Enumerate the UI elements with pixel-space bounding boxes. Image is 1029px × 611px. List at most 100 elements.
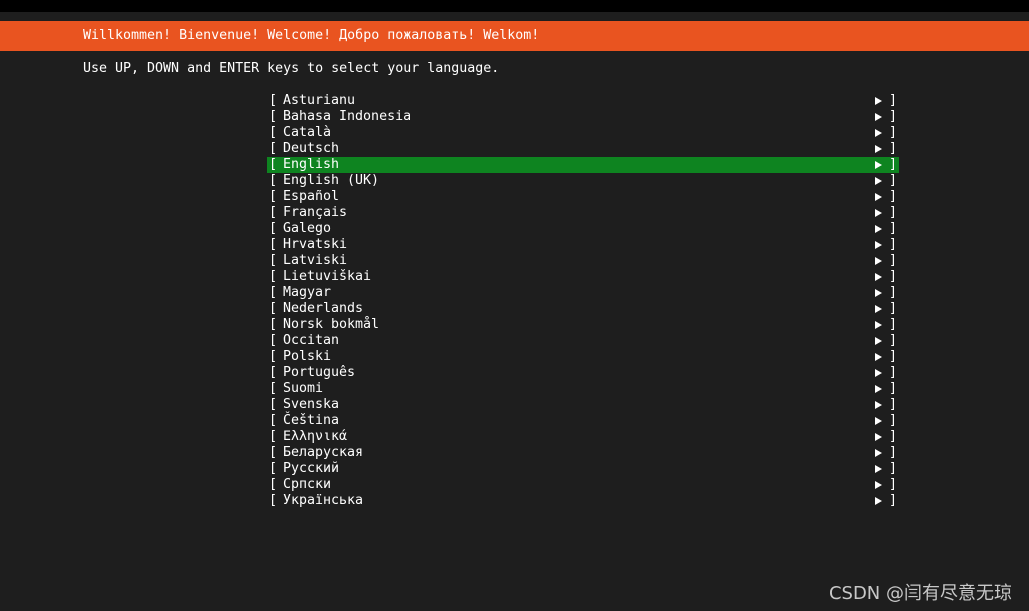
open-bracket: [ [269,397,278,412]
open-bracket: [ [269,413,278,428]
open-bracket: [ [269,125,278,140]
right-triangle-icon [875,337,882,345]
language-option[interactable]: [Português] [267,365,899,381]
close-bracket: ] [889,429,898,444]
language-option[interactable]: [Suomi] [267,381,899,397]
close-bracket: ] [889,461,898,476]
language-label: Čeština [283,413,340,428]
close-bracket: ] [889,317,898,332]
language-list: [Asturianu] [Bahasa Indonesia] [Català] [De… [267,93,899,509]
language-option[interactable]: [ Lietuviškai] [267,269,899,285]
close-bracket: ] [889,333,898,348]
language-label: Lietuviškai [283,269,372,284]
language-label: English (UK) [283,173,380,188]
right-triangle-icon [875,449,882,457]
language-option[interactable]: [ Occitan] [267,333,899,349]
language-option[interactable]: [Українська] [267,493,899,509]
open-bracket: [ [269,461,278,476]
language-label: Nederlands [283,301,364,316]
open-bracket: [ [269,253,278,268]
open-bracket: [ [269,429,278,444]
language-label: Asturianu [283,93,356,108]
right-triangle-icon [875,417,882,425]
close-bracket: ] [889,205,898,220]
language-label: Bahasa Indonesia [283,109,412,124]
open-bracket: [ [269,109,278,124]
open-bracket: [ [269,269,278,284]
language-label: Norsk bokmål [283,317,380,332]
language-option[interactable]: [ Čeština] [267,413,899,429]
close-bracket: ] [889,397,898,412]
close-bracket: ] [889,285,898,300]
close-bracket: ] [889,189,898,204]
language-label: Suomi [283,381,324,396]
language-option[interactable]: [Asturianu] [267,93,899,109]
language-option[interactable]: [Deutsch] [267,141,899,157]
open-bracket: [ [269,141,278,156]
close-bracket: ] [889,413,898,428]
language-label: Русский [283,461,340,476]
close-bracket: ] [889,93,898,108]
welcome-title: Willkommen! Bienvenue! Welcome! Добро по… [83,28,540,43]
right-triangle-icon [875,177,882,185]
language-label: Latviski [283,253,348,268]
close-bracket: ] [889,381,898,396]
close-bracket: ] [889,157,898,172]
right-triangle-icon [875,161,882,169]
open-bracket: [ [269,333,278,348]
open-bracket: [ [269,317,278,332]
open-bracket: [ [269,285,278,300]
close-bracket: ] [889,349,898,364]
close-bracket: ] [889,269,898,284]
language-option[interactable]: [Hrvatski] [267,237,899,253]
close-bracket: ] [889,125,898,140]
right-triangle-icon [875,145,882,153]
open-bracket: [ [269,173,278,188]
right-triangle-icon [875,241,882,249]
close-bracket: ] [889,445,898,460]
right-triangle-icon [875,209,882,217]
close-bracket: ] [889,253,898,268]
close-bracket: ] [889,173,898,188]
language-label: Српски [283,477,332,492]
open-bracket: [ [269,237,278,252]
open-bracket: [ [269,157,278,172]
language-label: Беларуская [283,445,364,460]
open-bracket: [ [269,189,278,204]
language-label: Magyar [283,285,332,300]
language-option[interactable]: [ Magyar] [267,285,899,301]
language-option[interactable]: [Español] [267,189,899,205]
language-option[interactable]: [Français] [267,205,899,221]
language-option[interactable]: [Svenska] [267,397,899,413]
language-label: Polski [283,349,332,364]
right-triangle-icon [875,353,882,361]
close-bracket: ] [889,493,898,508]
language-option[interactable]: [Polski] [267,349,899,365]
language-option[interactable]: [Galego] [267,221,899,237]
language-option[interactable]: [ Русский] [267,461,899,477]
right-triangle-icon [875,497,882,505]
open-bracket: [ [269,493,278,508]
language-option[interactable]: [Беларуская] [267,445,899,461]
language-option[interactable]: [Nederlands] [267,301,899,317]
right-triangle-icon [875,257,882,265]
close-bracket: ] [889,365,898,380]
language-option[interactable]: [Српски] [267,477,899,493]
language-option[interactable]: [ English (UK)] [267,173,899,189]
language-option[interactable]: [English] [267,157,899,173]
language-option[interactable]: [Ελληνικά] [267,429,899,445]
language-label: Occitan [283,333,340,348]
open-bracket: [ [269,301,278,316]
right-triangle-icon [875,113,882,121]
language-option[interactable]: [Català] [267,125,899,141]
close-bracket: ] [889,237,898,252]
watermark: CSDN @闫有尽意无琼 [828,583,1012,604]
language-label: Français [283,205,348,220]
right-triangle-icon [875,369,882,377]
right-triangle-icon [875,433,882,441]
language-option[interactable]: [ Latviski] [267,253,899,269]
right-triangle-icon [875,97,882,105]
language-option[interactable]: [ Norsk bokmål] [267,317,899,333]
open-bracket: [ [269,477,278,492]
language-option[interactable]: [Bahasa Indonesia] [267,109,899,125]
